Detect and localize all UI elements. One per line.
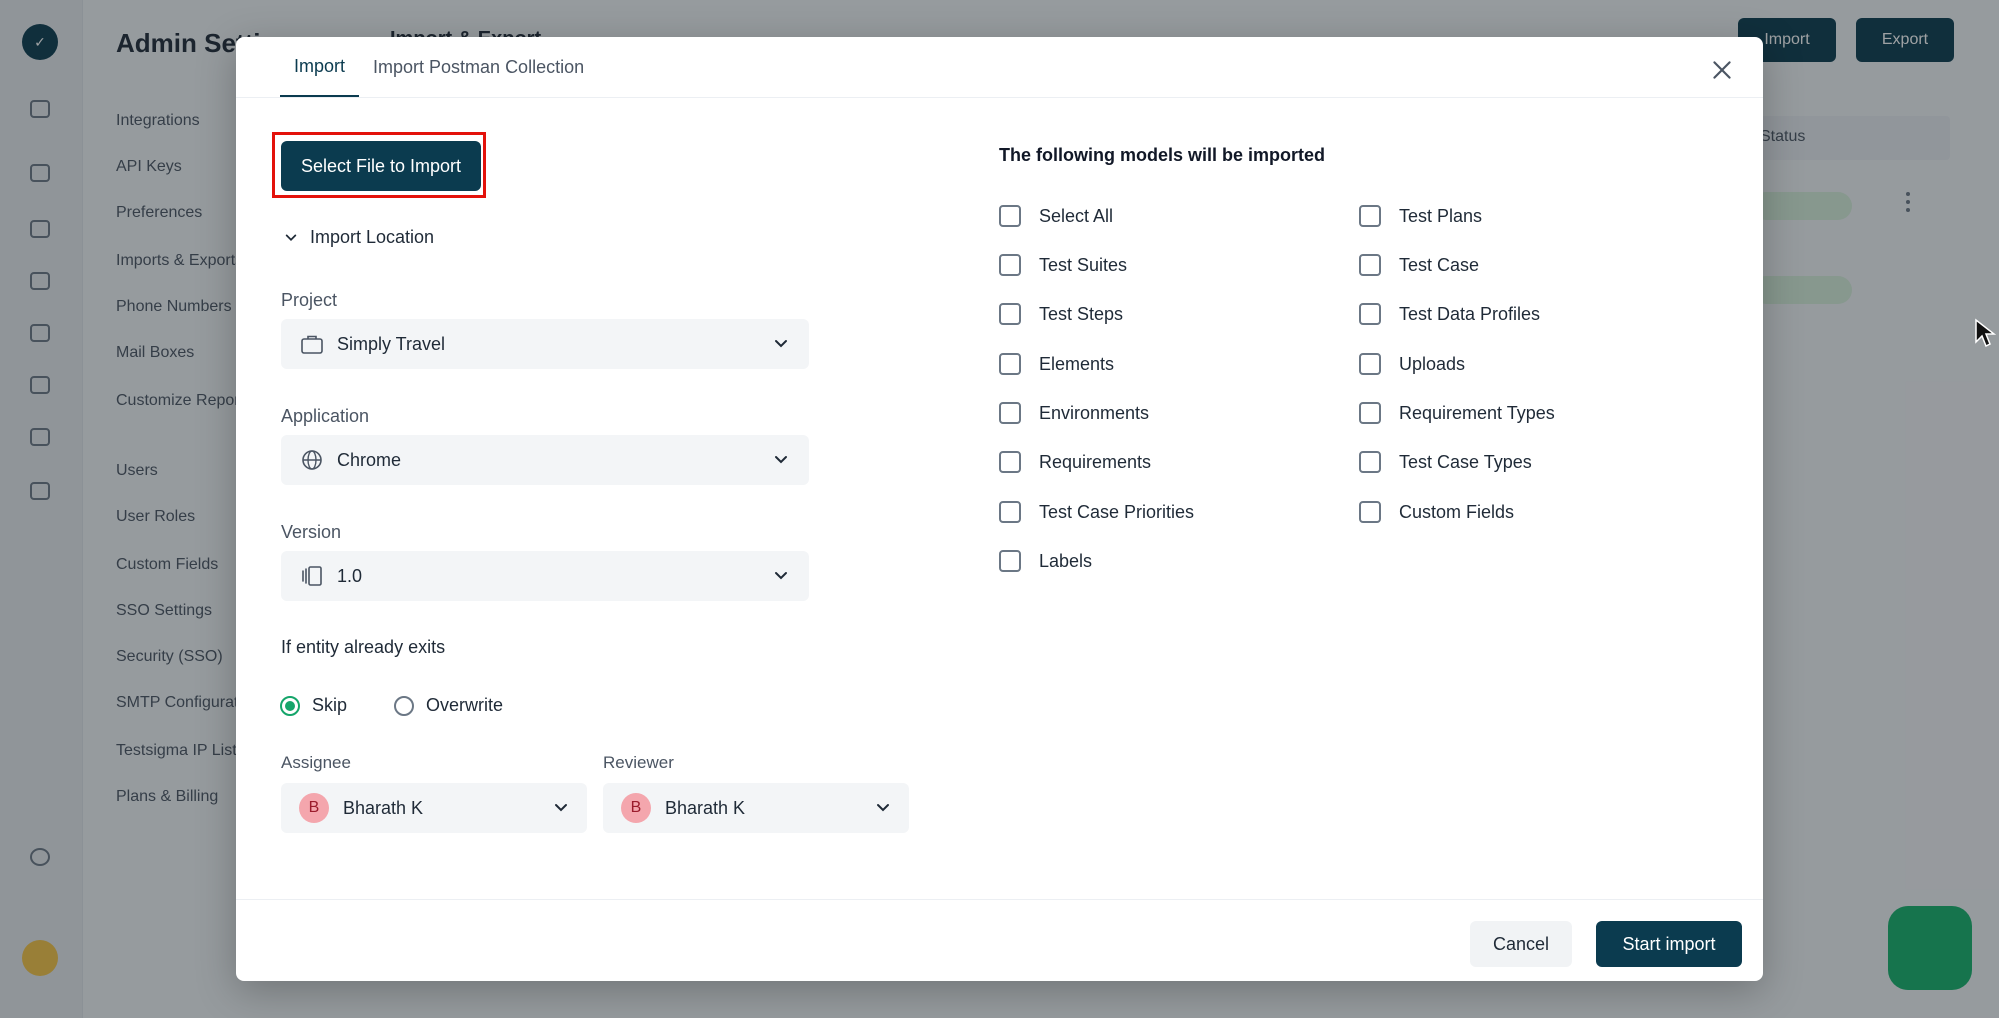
overwrite-radio-label: Overwrite bbox=[426, 695, 504, 715]
dialog-tabs: Import Import Postman Collection bbox=[280, 37, 598, 97]
assignee-select[interactable]: B Bharath K bbox=[281, 783, 587, 833]
import-location-label: Import Location bbox=[310, 227, 435, 247]
chevron-down-icon bbox=[775, 456, 787, 464]
checkbox-label: Select All bbox=[1039, 205, 1114, 226]
model-checkbox-test-steps[interactable]: Test Steps bbox=[999, 303, 1123, 325]
model-checkbox-requirement-types[interactable]: Requirement Types bbox=[1359, 402, 1555, 424]
application-label: Application bbox=[281, 406, 370, 426]
checkbox[interactable] bbox=[999, 550, 1021, 572]
briefcase-icon bbox=[301, 335, 323, 354]
model-checkbox-test-plans[interactable]: Test Plans bbox=[1359, 205, 1482, 227]
chevron-down-icon bbox=[775, 340, 787, 348]
start-import-button[interactable]: Start import bbox=[1596, 921, 1742, 967]
project-label: Project bbox=[281, 290, 338, 310]
checkbox[interactable] bbox=[999, 501, 1021, 523]
assignee-value: Bharath K bbox=[343, 797, 424, 818]
chevron-down-icon bbox=[775, 572, 787, 580]
model-checkbox-environments[interactable]: Environments bbox=[999, 402, 1149, 424]
tab-import-postman-collection[interactable]: Import Postman Collection bbox=[359, 37, 598, 97]
models-title: The following models will be imported bbox=[999, 145, 1326, 165]
checkbox-label: Environments bbox=[1039, 402, 1150, 423]
model-checkbox-requirements[interactable]: Requirements bbox=[999, 451, 1151, 473]
checkbox-label: Uploads bbox=[1399, 353, 1466, 374]
checkbox-label: Custom Fields bbox=[1399, 501, 1515, 522]
version-select[interactable]: 1.0 bbox=[281, 551, 809, 601]
reviewer-label: Reviewer bbox=[603, 753, 674, 772]
checkbox-label: Elements bbox=[1039, 353, 1115, 374]
avatar: B bbox=[299, 793, 329, 823]
reviewer-select[interactable]: B Bharath K bbox=[603, 783, 909, 833]
import-dialog: Import Import Postman Collection Select … bbox=[236, 37, 1763, 981]
footer-divider bbox=[236, 899, 1763, 900]
model-checkbox-test-suites[interactable]: Test Suites bbox=[999, 254, 1127, 276]
checkbox[interactable] bbox=[999, 451, 1021, 473]
model-checkbox-select-all[interactable]: Select All bbox=[999, 205, 1113, 227]
chevron-down-icon bbox=[877, 804, 889, 812]
checkbox-label: Test Data Profiles bbox=[1399, 303, 1541, 324]
application-value: Chrome bbox=[337, 449, 402, 470]
checkbox[interactable] bbox=[999, 402, 1021, 424]
skip-radio[interactable] bbox=[280, 695, 300, 716]
checkbox[interactable] bbox=[999, 303, 1021, 325]
chevron-down-icon bbox=[555, 804, 567, 812]
tab-import[interactable]: Import bbox=[280, 37, 360, 97]
checkbox-label: Test Case bbox=[1399, 254, 1480, 275]
overwrite-radio-option[interactable]: Overwrite bbox=[394, 695, 503, 716]
checkbox[interactable] bbox=[1359, 254, 1381, 276]
cancel-button[interactable]: Cancel bbox=[1470, 921, 1572, 967]
model-checkbox-elements[interactable]: Elements bbox=[999, 353, 1114, 375]
application-select[interactable]: Chrome bbox=[281, 435, 809, 485]
select-file-button[interactable]: Select File to Import bbox=[281, 141, 481, 191]
chevron-down-icon bbox=[285, 234, 297, 241]
skip-radio-option[interactable]: Skip bbox=[280, 695, 347, 716]
model-checkbox-labels[interactable]: Labels bbox=[999, 550, 1092, 572]
checkbox-label: Test Case Priorities bbox=[1039, 501, 1195, 522]
assignee-label: Assignee bbox=[281, 753, 351, 772]
checkbox-label: Test Steps bbox=[1039, 303, 1124, 324]
version-value: 1.0 bbox=[337, 565, 363, 586]
tabs-divider bbox=[236, 97, 1763, 98]
model-checkbox-uploads[interactable]: Uploads bbox=[1359, 353, 1465, 375]
model-checkbox-test-case-types[interactable]: Test Case Types bbox=[1359, 451, 1532, 473]
avatar: B bbox=[621, 793, 651, 823]
checkbox[interactable] bbox=[999, 205, 1021, 227]
overwrite-radio[interactable] bbox=[394, 695, 414, 716]
import-location-toggle[interactable]: Import Location bbox=[284, 227, 434, 248]
project-value: Simply Travel bbox=[337, 333, 446, 354]
checkbox[interactable] bbox=[999, 254, 1021, 276]
model-checkbox-test-data-profiles[interactable]: Test Data Profiles bbox=[1359, 303, 1540, 325]
checkbox[interactable] bbox=[1359, 303, 1381, 325]
globe-icon bbox=[302, 450, 322, 470]
checkbox-label: Requirements bbox=[1039, 451, 1152, 472]
checkbox-label: Test Plans bbox=[1399, 205, 1483, 226]
checkbox[interactable] bbox=[1359, 205, 1381, 227]
model-checkbox-test-case[interactable]: Test Case bbox=[1359, 254, 1479, 276]
versions-icon bbox=[302, 566, 322, 586]
mouse-cursor-icon bbox=[1975, 318, 1996, 348]
entity-exists-label: If entity already exits bbox=[281, 637, 446, 657]
reviewer-value: Bharath K bbox=[665, 797, 746, 818]
project-select[interactable]: Simply Travel bbox=[281, 319, 809, 369]
checkbox[interactable] bbox=[1359, 353, 1381, 375]
model-checkbox-custom-fields[interactable]: Custom Fields bbox=[1359, 501, 1514, 523]
checkbox[interactable] bbox=[1359, 501, 1381, 523]
model-checkbox-test-case-priorities[interactable]: Test Case Priorities bbox=[999, 501, 1194, 523]
checkbox-label: Requirement Types bbox=[1399, 402, 1555, 423]
checkbox[interactable] bbox=[1359, 402, 1381, 424]
checkbox[interactable] bbox=[999, 353, 1021, 375]
skip-radio-label: Skip bbox=[312, 695, 348, 715]
version-label: Version bbox=[281, 522, 342, 542]
checkbox-label: Labels bbox=[1039, 550, 1093, 571]
checkbox-label: Test Case Types bbox=[1399, 451, 1532, 472]
close-icon[interactable] bbox=[1709, 57, 1735, 83]
checkbox[interactable] bbox=[1359, 451, 1381, 473]
checkbox-label: Test Suites bbox=[1039, 254, 1128, 275]
